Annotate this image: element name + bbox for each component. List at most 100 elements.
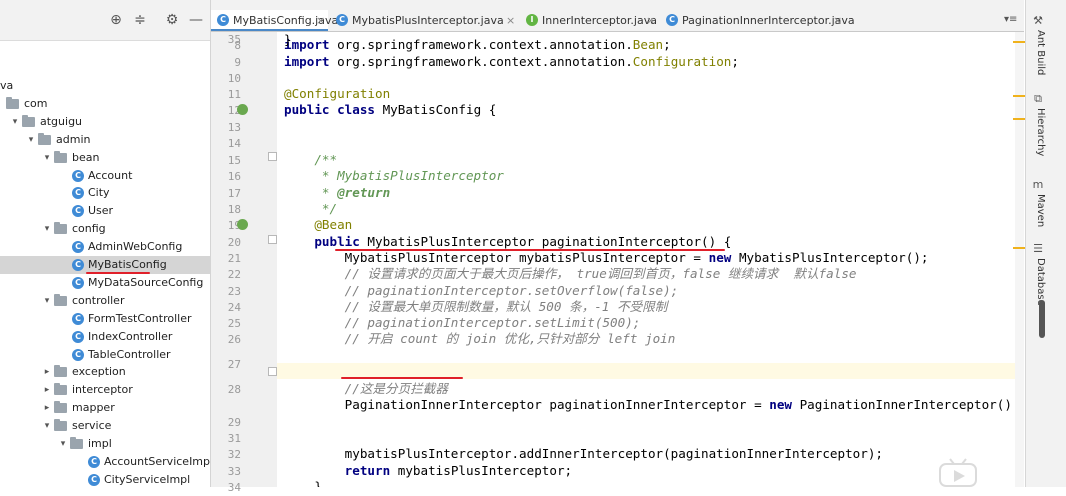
chevron-down-icon[interactable]: ▾	[42, 220, 52, 238]
code-line[interactable]: MybatisPlusInterceptor mybatisPlusInterc…	[284, 250, 929, 266]
code-editor[interactable]: import org.springframework.context.annot…	[277, 32, 1024, 487]
tree-item-class[interactable]: C AccountServiceImpl	[0, 453, 210, 471]
tool-window-label[interactable]: Maven	[1030, 194, 1046, 227]
tool-window-label[interactable]: Ant Build	[1030, 30, 1046, 75]
code-line[interactable]: }	[284, 32, 292, 48]
tree-item-folder[interactable]: ▸ interceptor	[0, 381, 210, 399]
chevron-down-icon[interactable]: ▾	[42, 417, 52, 435]
class-icon: C	[72, 241, 84, 253]
page-scroll-thumb[interactable]	[1039, 300, 1045, 338]
editor-scrollbar[interactable]	[1015, 32, 1024, 487]
tree-item-folder[interactable]: ▸ mapper	[0, 399, 210, 417]
tree-item-class[interactable]: C MyDataSourceConfig	[0, 274, 210, 292]
chevron-down-icon[interactable]: ▾	[26, 131, 36, 149]
chevron-right-icon[interactable]: ▸	[42, 381, 52, 399]
code-line[interactable]: public class MyBatisConfig {	[284, 102, 496, 118]
code-line[interactable]: public MybatisPlusInterceptor pagination…	[284, 234, 731, 250]
spring-bean-icon[interactable]	[237, 219, 248, 230]
close-tab-icon[interactable]: ×	[833, 10, 842, 31]
code-line[interactable]: import org.springframework.context.annot…	[284, 54, 739, 70]
chevron-down-icon[interactable]: ▾	[42, 149, 52, 167]
collapse-icon[interactable]: ≑	[132, 12, 148, 28]
tree-item-class[interactable]: C User	[0, 202, 210, 220]
code-line[interactable]: mybatisPlusInterceptor.addInnerIntercept…	[284, 446, 883, 462]
spring-bean-icon[interactable]	[237, 104, 248, 115]
code-line[interactable]: }	[284, 479, 322, 487]
line-number: 17	[227, 187, 241, 200]
editor-tab[interactable]: C MyBatisConfig.java ×	[211, 10, 338, 31]
tree-item-class[interactable]: C City	[0, 184, 210, 202]
ant-icon[interactable]: ⚒	[1031, 14, 1045, 27]
code-line[interactable]: // 开启 count 的 join 优化,只针对部分 left join	[284, 331, 676, 347]
hide-icon[interactable]: —	[188, 12, 204, 28]
close-tab-icon[interactable]: ×	[646, 10, 655, 31]
code-line[interactable]: * @return	[284, 185, 390, 201]
code-line[interactable]: */	[284, 201, 337, 217]
code-line[interactable]: // paginationInterceptor.setLimit(500);	[284, 315, 641, 331]
tree-item-folder[interactable]: ▾ controller	[0, 292, 210, 310]
tree-item-folder[interactable]: ▾ impl	[0, 435, 210, 453]
chevron-down-icon[interactable]: ▾	[10, 113, 20, 131]
tree-item-folder[interactable]: va	[0, 77, 210, 95]
tree-item-class[interactable]: C MyBatisConfig	[0, 256, 210, 274]
close-tab-icon[interactable]: ×	[506, 10, 515, 31]
tree-item-label: bean	[72, 151, 100, 164]
code-line[interactable]: /**	[284, 152, 337, 168]
code-line[interactable]: import org.springframework.context.annot…	[284, 37, 671, 53]
hierarchy-icon[interactable]: ⧉	[1031, 92, 1045, 106]
tree-item-class[interactable]: C TableController	[0, 346, 210, 364]
line-number: 18	[227, 203, 241, 216]
code-line[interactable]: // 设置最大单页限制数量，默认 500 条，-1 不受限制	[284, 299, 668, 315]
code-line[interactable]: // paginationInterceptor.setOverflow(fal…	[284, 283, 679, 299]
database-icon[interactable]: ☰	[1031, 242, 1045, 255]
tree-item-class[interactable]: C FormTestController	[0, 310, 210, 328]
tab-overflow-icon[interactable]: ▾≡	[1004, 14, 1017, 25]
editor-tab[interactable]: C PaginationInnerInterceptor.java ×	[660, 10, 855, 31]
maven-icon[interactable]: m	[1031, 178, 1045, 191]
gear-icon[interactable]: ⚙	[164, 12, 180, 28]
tree-item-class[interactable]: C Account	[0, 167, 210, 185]
tree-item-label: AdminWebConfig	[88, 240, 183, 253]
locate-icon[interactable]: ⊕	[108, 12, 124, 28]
tree-item-folder[interactable]: com	[0, 95, 210, 113]
tree-item-folder[interactable]: ▾ bean	[0, 149, 210, 167]
close-tab-icon[interactable]: ×	[316, 10, 325, 31]
project-toolbar: ⊕ ≑ ⚙ —	[0, 0, 210, 41]
code-token: org.springframework.context.annotation.	[329, 37, 633, 52]
folder-icon	[38, 133, 51, 145]
fold-icon[interactable]	[268, 235, 277, 244]
code-line[interactable]: //这是分页拦截器	[284, 381, 448, 397]
chevron-right-icon[interactable]: ▸	[42, 399, 52, 417]
class-icon: C	[72, 313, 84, 325]
code-line[interactable]: @Bean	[284, 217, 352, 233]
tree-item-class[interactable]: C IndexController	[0, 328, 210, 346]
tree-item-folder[interactable]: ▾ admin	[0, 131, 210, 149]
class-icon: C	[217, 14, 229, 26]
line-number: 31	[227, 432, 241, 445]
chevron-down-icon[interactable]: ▾	[42, 292, 52, 310]
code-line[interactable]: // 设置请求的页面大于最大页后操作， true调回到首页，false 继续请求…	[284, 266, 857, 282]
chevron-down-icon[interactable]: ▾	[58, 435, 68, 453]
code-line[interactable]: PaginationInnerInterceptor paginationInn…	[284, 397, 1012, 413]
tree-item-class[interactable]: C AdminWebConfig	[0, 238, 210, 256]
class-icon: C	[88, 456, 100, 468]
fold-icon[interactable]	[268, 367, 277, 376]
editor-tab[interactable]: C MybatisPlusInterceptor.java ×	[330, 10, 518, 31]
code-line[interactable]: * MybatisPlusInterceptor	[284, 168, 504, 184]
chevron-right-icon[interactable]: ▸	[42, 363, 52, 381]
code-line[interactable]: return mybatisPlusInterceptor;	[284, 463, 572, 479]
tool-window-label[interactable]: Database	[1030, 258, 1046, 306]
tree-item-label: MyDataSourceConfig	[88, 276, 204, 289]
code-line[interactable]: @Configuration	[284, 86, 390, 102]
tree-item-folder[interactable]: ▾ service	[0, 417, 210, 435]
tool-window-label[interactable]: Hierarchy	[1030, 108, 1046, 156]
class-icon: C	[72, 277, 84, 289]
line-number: 14	[227, 137, 241, 150]
tree-item-folder[interactable]: ▸ exception	[0, 363, 210, 381]
tree-item-folder[interactable]: ▾ config	[0, 220, 210, 238]
tree-item-folder[interactable]: ▾ atguigu	[0, 113, 210, 131]
fold-icon[interactable]	[268, 152, 277, 161]
tree-item-class[interactable]: C CityServiceImpl	[0, 471, 210, 487]
editor-tab[interactable]: I InnerInterceptor.java ×	[520, 10, 658, 31]
class-icon: C	[666, 14, 678, 26]
